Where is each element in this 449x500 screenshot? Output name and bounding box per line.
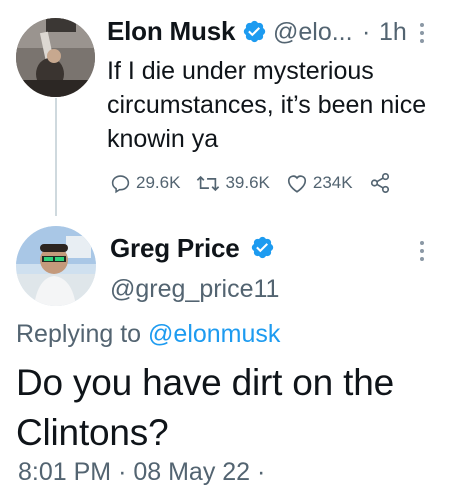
reply-count: 29.6K (136, 173, 181, 192)
tweet-time[interactable]: 1h (379, 18, 407, 47)
reply-icon (111, 174, 130, 193)
author-name[interactable]: Greg Price (110, 233, 240, 264)
retweet-count: 39.6K (225, 173, 270, 192)
retweet-icon (197, 175, 220, 191)
tweet-actions: 29.6K 39.6K 234K (110, 172, 412, 194)
more-icon[interactable] (418, 240, 426, 267)
avatar-greg-price[interactable] (16, 226, 96, 306)
replying-to: Replying to @elonmusk (16, 320, 280, 349)
author-name[interactable]: Elon Musk (107, 16, 235, 47)
retweet-button[interactable]: 39.6K (196, 173, 270, 194)
replying-to-handle-link[interactable]: @elonmusk (148, 320, 280, 348)
like-icon (287, 174, 306, 193)
author-handle[interactable]: @elo... (273, 18, 353, 47)
reply-button[interactable]: 29.6K (110, 173, 180, 194)
avatar-image (16, 18, 95, 97)
tweet-text: Do you have dirt on the Clintons? (16, 362, 394, 453)
more-icon[interactable] (418, 22, 426, 49)
thread-line (55, 98, 57, 216)
time-separator: · (362, 18, 371, 46)
share-button[interactable] (369, 172, 396, 194)
verified-badge-icon (250, 235, 275, 265)
like-count: 234K (312, 173, 353, 192)
meta-separator: · (118, 458, 127, 486)
meta-trailing-separator: · (257, 458, 266, 486)
tweet-text: If I die under mysterious circumstances,… (107, 57, 427, 153)
tweet-time[interactable]: 8:01 PM (18, 458, 111, 486)
like-button[interactable]: 234K (286, 173, 353, 194)
avatar-elon-musk[interactable] (16, 18, 95, 97)
verified-badge-icon (242, 19, 267, 49)
share-icon (370, 173, 389, 193)
author-handle[interactable]: @greg_price11 (110, 275, 279, 304)
tweet-meta: 8:01 PM · 08 May 22 · (18, 458, 265, 487)
tweet-date[interactable]: 08 May 22 (133, 458, 250, 486)
avatar-image (16, 226, 96, 306)
replying-to-label: Replying to (16, 320, 142, 348)
